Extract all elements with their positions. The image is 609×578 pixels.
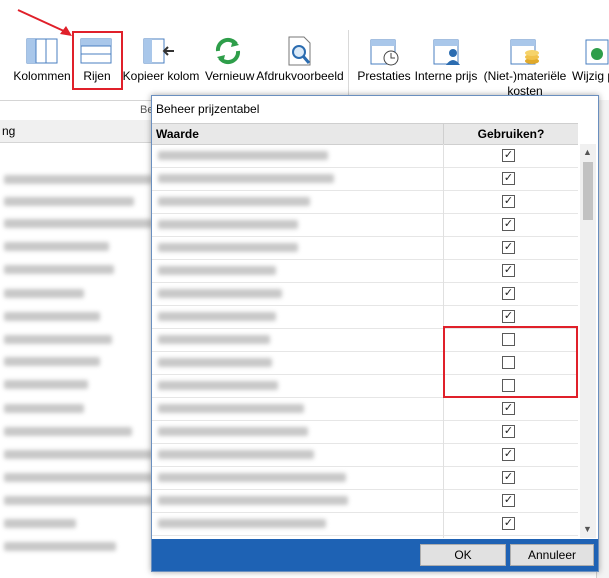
row-value: [158, 243, 298, 252]
background-grid-header: ng: [0, 120, 152, 143]
table-row: ✓: [152, 236, 578, 260]
columns-button[interactable]: Kolommen: [12, 69, 72, 83]
edit-icon: [585, 39, 609, 65]
table-row: ✓: [152, 420, 578, 444]
performances-button[interactable]: Prestaties: [356, 69, 412, 83]
use-checkbox[interactable]: ✓: [502, 310, 515, 323]
scroll-thumb[interactable]: [583, 162, 593, 220]
row-value: [158, 404, 304, 413]
dialog-title: Beheer prijzentabel: [156, 102, 260, 116]
row-value: [158, 473, 346, 482]
edit-button[interactable]: Wijzig p: [572, 69, 609, 83]
material-costs-icon: [510, 39, 539, 65]
table-row: ✓: [152, 397, 578, 421]
row-value: [158, 312, 276, 321]
ribbon-separator: [348, 30, 349, 96]
use-checkbox[interactable]: ✓: [502, 195, 515, 208]
row-value: [158, 220, 298, 229]
use-checkbox[interactable]: ✓: [502, 264, 515, 277]
table-row: ✓: [152, 535, 578, 538]
table-row: ✓: [152, 282, 578, 306]
copy-column-button[interactable]: Kopieer kolom: [122, 69, 200, 83]
columns-icon: [26, 38, 58, 64]
use-checkbox[interactable]: ✓: [502, 494, 515, 507]
cancel-button[interactable]: Annuleer: [510, 544, 594, 566]
print-preview-button[interactable]: Afdrukvoorbeeld: [254, 69, 346, 83]
ok-button[interactable]: OK: [420, 544, 506, 566]
row-value: [158, 335, 270, 344]
refresh-button[interactable]: Vernieuw: [205, 69, 254, 83]
dialog-footer: OK Annuleer: [152, 539, 598, 571]
use-checkbox[interactable]: ✓: [502, 448, 515, 461]
row-value: [158, 496, 348, 505]
performances-icon: [370, 39, 399, 66]
use-checkbox[interactable]: ✓: [502, 149, 515, 162]
row-value: [158, 358, 272, 367]
table-row: ✓: [152, 466, 578, 490]
vertical-scrollbar[interactable]: ▲ ▼: [580, 144, 596, 538]
row-value: [158, 266, 276, 275]
rows-button-highlight: [72, 31, 123, 90]
background-column-header: ng: [2, 124, 16, 138]
scroll-down-icon[interactable]: ▼: [583, 524, 592, 534]
table-row: ✓: [152, 512, 578, 536]
unchecked-rows-highlight: [443, 326, 578, 398]
table-row: ✓: [152, 190, 578, 214]
scroll-up-icon[interactable]: ▲: [583, 147, 592, 157]
row-value: [158, 450, 314, 459]
annotation-arrow: [17, 9, 72, 36]
copy-column-icon: [143, 38, 174, 64]
column-header-use[interactable]: Gebruiken?: [444, 124, 578, 144]
use-checkbox[interactable]: ✓: [502, 402, 515, 415]
table-row: ✓: [152, 489, 578, 513]
row-value: [158, 289, 282, 298]
internal-price-button[interactable]: Interne prijs: [414, 69, 478, 83]
use-checkbox[interactable]: ✓: [502, 241, 515, 254]
refresh-icon: [215, 37, 241, 65]
table-row: ✓: [152, 144, 578, 168]
print-preview-icon: [288, 36, 311, 66]
table-row: ✓: [152, 213, 578, 237]
table-row: ✓: [152, 443, 578, 467]
use-checkbox[interactable]: ✓: [502, 517, 515, 530]
table-row: ✓: [152, 259, 578, 283]
use-checkbox[interactable]: ✓: [502, 471, 515, 484]
row-value: [158, 151, 328, 160]
row-value: [158, 174, 334, 183]
column-header-value[interactable]: Waarde: [156, 124, 441, 144]
row-value: [158, 381, 278, 390]
row-value: [158, 197, 310, 206]
internal-price-icon: [433, 39, 460, 65]
table-row: ✓: [152, 167, 578, 191]
use-checkbox[interactable]: ✓: [502, 425, 515, 438]
use-checkbox[interactable]: ✓: [502, 218, 515, 231]
row-value: [158, 427, 308, 436]
row-value: [158, 519, 326, 528]
use-checkbox[interactable]: ✓: [502, 287, 515, 300]
grid-header: Waarde Gebruiken?: [152, 123, 578, 145]
dialog-titlebar[interactable]: Beheer prijzentabel: [152, 96, 598, 122]
use-checkbox[interactable]: ✓: [502, 172, 515, 185]
